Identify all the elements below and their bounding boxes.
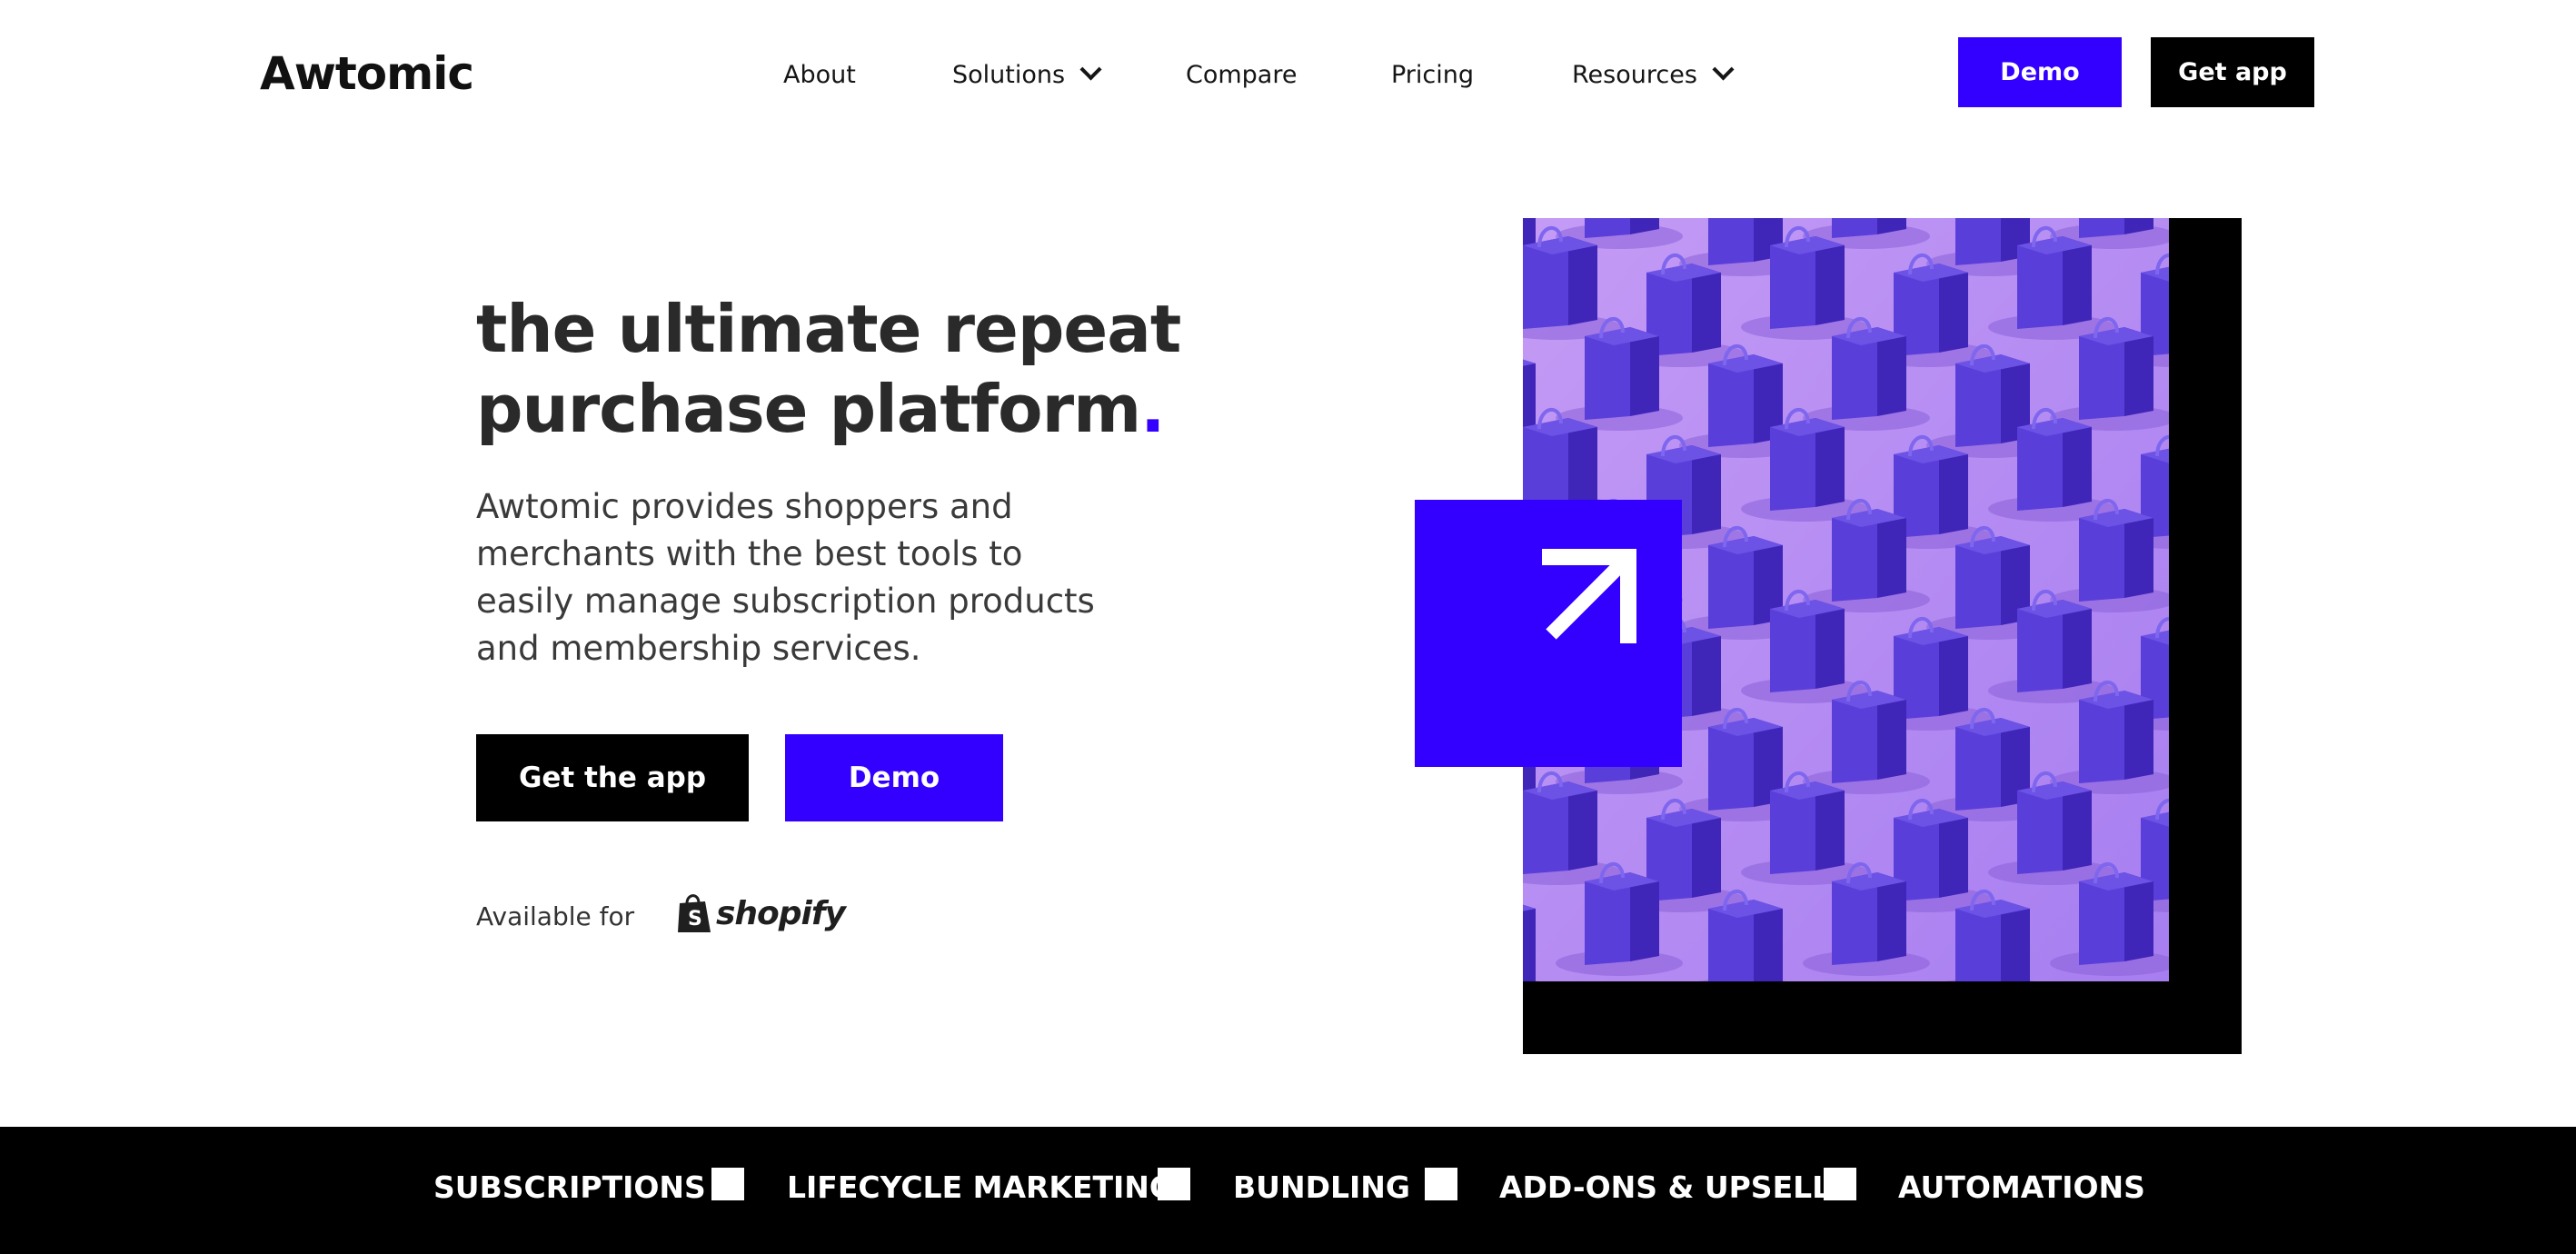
hero-title-line1: the ultimate repeat bbox=[476, 291, 1181, 367]
available-for-label: Available for bbox=[476, 901, 635, 931]
nav-pricing[interactable]: Pricing bbox=[1391, 61, 1474, 89]
feature-bundling[interactable]: BUNDLING bbox=[1233, 1169, 1410, 1205]
chevron-down-icon bbox=[1712, 58, 1735, 81]
nav-pricing-label: Pricing bbox=[1391, 61, 1475, 89]
separator-square bbox=[711, 1168, 744, 1200]
nav-compare[interactable]: Compare bbox=[1186, 61, 1297, 89]
nav-resources[interactable]: Resources bbox=[1572, 58, 1735, 89]
arrow-up-right-icon bbox=[1542, 549, 1636, 643]
nav-solutions-label: Solutions bbox=[952, 61, 1066, 89]
nav-about[interactable]: About bbox=[783, 61, 856, 89]
feature-automations[interactable]: AUTOMATIONS bbox=[1898, 1169, 2145, 1205]
separator-square bbox=[1158, 1168, 1190, 1200]
awtomic-logo[interactable]: Awtomic bbox=[260, 47, 474, 100]
shopify-logo[interactable]: S shopify bbox=[676, 892, 846, 934]
nav-about-label: About bbox=[783, 61, 856, 89]
separator-square bbox=[1425, 1168, 1457, 1200]
nav-compare-label: Compare bbox=[1186, 61, 1298, 89]
separator-square bbox=[1824, 1168, 1856, 1200]
hero-title: the ultimate repeat purchase platform. bbox=[476, 289, 1181, 449]
hero-title-dot: . bbox=[1140, 371, 1165, 447]
nav-solutions[interactable]: Solutions bbox=[952, 58, 1102, 89]
hero-description: Awtomic provides shoppers and merchants … bbox=[476, 487, 1095, 668]
svg-text:S: S bbox=[688, 908, 702, 931]
get-the-app-button[interactable]: Get the app bbox=[476, 734, 749, 821]
hero-demo-button[interactable]: Demo bbox=[785, 734, 1003, 821]
shopify-wordmark: shopify bbox=[716, 894, 846, 932]
shopify-bag-icon: S bbox=[678, 894, 711, 932]
feature-lifecycle-marketing[interactable]: LIFECYCLE MARKETING bbox=[787, 1169, 1174, 1205]
hero-title-line2: purchase platform bbox=[476, 371, 1141, 447]
feature-add-ons-upsells[interactable]: ADD-ONS & UPSELLS bbox=[1499, 1169, 1853, 1205]
nav-resources-label: Resources bbox=[1572, 61, 1697, 89]
nav-get-app-button[interactable]: Get app bbox=[2151, 37, 2314, 107]
nav-demo-button[interactable]: Demo bbox=[1958, 37, 2122, 107]
chevron-down-icon bbox=[1079, 58, 1102, 81]
feature-subscriptions[interactable]: SUBSCRIPTIONS bbox=[433, 1169, 706, 1205]
arrow-tile bbox=[1415, 500, 1682, 767]
